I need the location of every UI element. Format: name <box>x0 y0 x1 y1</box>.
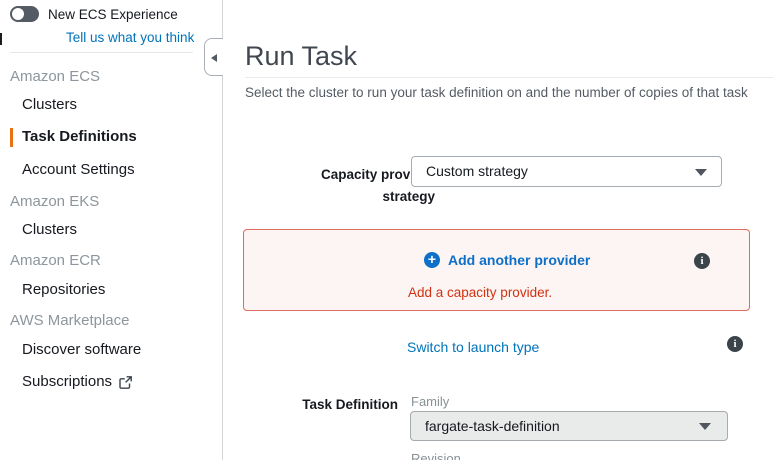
chevron-down-icon <box>699 423 711 430</box>
section-header-amazon-ecs: Amazon ECS <box>10 68 100 86</box>
section-header-amazon-eks: Amazon EKS <box>10 193 99 211</box>
new-ecs-experience-toggle[interactable] <box>10 6 39 22</box>
sidebar-divider <box>10 52 193 53</box>
add-another-provider-label: Add another provider <box>448 252 590 268</box>
chevron-down-icon <box>695 169 707 176</box>
family-select[interactable]: fargate-task-definition <box>410 411 728 441</box>
feedback-link[interactable]: Tell us what you think <box>66 30 194 45</box>
toggle-knob-icon <box>12 8 24 20</box>
sidebar-item-repositories[interactable]: Repositories <box>22 281 105 299</box>
sidebar-item-discover-software[interactable]: Discover software <box>22 341 141 359</box>
switch-to-launch-type-link[interactable]: Switch to launch type <box>407 339 539 355</box>
add-another-provider-link[interactable]: + Add another provider <box>424 252 590 268</box>
validation-message: Add a capacity provider. <box>408 285 552 300</box>
screen-edge-artifact <box>0 33 2 45</box>
new-experience-toggle-row: New ECS Experience <box>10 6 178 22</box>
section-header-aws-marketplace: AWS Marketplace <box>10 312 129 330</box>
family-label: Family <box>411 394 449 409</box>
sidebar: New ECS Experience Tell us what you thin… <box>0 0 223 460</box>
sidebar-item-clusters-eks[interactable]: Clusters <box>22 221 77 239</box>
capacity-provider-strategy-value: Custom strategy <box>426 163 528 179</box>
page-title: Run Task <box>245 40 357 72</box>
sidebar-item-clusters-ecs[interactable]: Clusters <box>22 96 77 114</box>
section-header-amazon-ecr: Amazon ECR <box>10 252 101 270</box>
task-definition-label: Task Definition <box>245 397 398 412</box>
title-divider <box>245 77 773 78</box>
new-experience-label: New ECS Experience <box>48 7 178 22</box>
capacity-provider-strategy-select[interactable]: Custom strategy <box>411 156 722 187</box>
page-subtitle: Select the cluster to run your task defi… <box>245 85 773 100</box>
plus-circle-icon: + <box>424 252 440 268</box>
sidebar-collapse-button[interactable] <box>204 38 223 76</box>
capacity-provider-error-panel: + Add another provider i Add a capacity … <box>243 229 750 311</box>
active-item-indicator <box>10 128 13 147</box>
main-content: Run Task Select the cluster to run your … <box>223 0 773 460</box>
sidebar-item-task-definitions[interactable]: Task Definitions <box>22 128 137 146</box>
external-link-icon <box>118 375 133 390</box>
family-value: fargate-task-definition <box>425 418 560 434</box>
sidebar-item-account-settings[interactable]: Account Settings <box>22 161 135 179</box>
ecs-console-screen: New ECS Experience Tell us what you thin… <box>0 0 773 460</box>
revision-label: Revision <box>411 451 461 460</box>
capacity-provider-info-icon[interactable]: i <box>694 253 710 269</box>
launch-type-info-icon[interactable]: i <box>727 336 743 352</box>
subscriptions-label: Subscriptions <box>22 373 112 391</box>
collapse-arrow-icon <box>211 54 217 62</box>
sidebar-item-subscriptions[interactable]: Subscriptions <box>22 373 133 391</box>
